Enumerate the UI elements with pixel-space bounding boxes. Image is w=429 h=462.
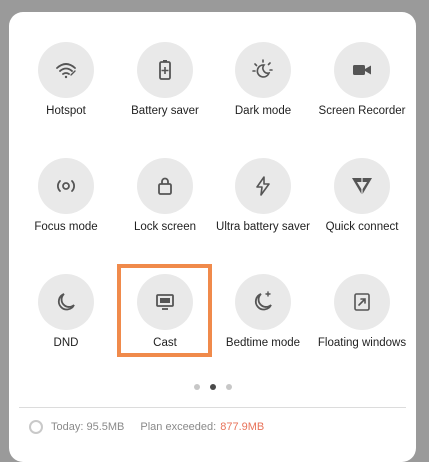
quick-connect-icon <box>334 158 390 214</box>
tile-dark-mode[interactable]: Dark mode <box>213 42 313 132</box>
floating-windows-icon <box>334 274 390 330</box>
dark-mode-icon <box>235 42 291 98</box>
tile-hotspot[interactable]: Hotspot <box>16 42 116 132</box>
cast-highlight-box <box>117 264 212 357</box>
lock-icon <box>137 158 193 214</box>
usage-ring-icon <box>29 420 43 434</box>
tile-focus-mode[interactable]: Focus mode <box>16 158 116 248</box>
screen-recorder-icon <box>334 42 390 98</box>
usage-plan-value: 877.9MB <box>220 421 265 433</box>
page-dot[interactable] <box>225 384 232 390</box>
tile-label: Floating windows <box>317 337 407 349</box>
tile-ultra-battery-saver[interactable]: Ultra battery saver <box>213 158 313 248</box>
bedtime-icon <box>235 274 291 330</box>
tile-label: Quick connect <box>325 221 399 233</box>
tile-quick-connect[interactable]: Quick connect <box>312 158 412 248</box>
tile-bedtime-mode[interactable]: Bedtime mode <box>213 274 313 364</box>
tile-dnd[interactable]: DND <box>16 274 116 364</box>
tile-battery-saver[interactable]: Battery saver <box>115 42 215 132</box>
tile-screen-recorder[interactable]: Screen Recorder <box>312 42 412 132</box>
tile-label: Screen Recorder <box>318 105 406 117</box>
tile-floating-windows[interactable]: Floating windows <box>312 274 412 364</box>
focus-mode-icon <box>38 158 94 214</box>
divider <box>19 407 406 408</box>
lightning-icon <box>235 158 291 214</box>
usage-today: Today: 95.5MB <box>51 421 125 433</box>
battery-saver-icon <box>137 42 193 98</box>
page-dot-active[interactable] <box>209 384 216 390</box>
hotspot-icon <box>38 42 94 98</box>
page-indicator[interactable] <box>9 384 416 390</box>
tile-lock-screen[interactable]: Lock screen <box>115 158 215 248</box>
usage-plan-label: Plan exceeded: <box>140 421 217 433</box>
moon-icon <box>38 274 94 330</box>
quick-settings-panel: Hotspot Battery saver Dark mode Screen R… <box>9 12 416 462</box>
data-usage[interactable]: Today: 95.5MB Plan exceeded: 877.9MB <box>29 416 264 438</box>
page-dot[interactable] <box>193 384 200 390</box>
